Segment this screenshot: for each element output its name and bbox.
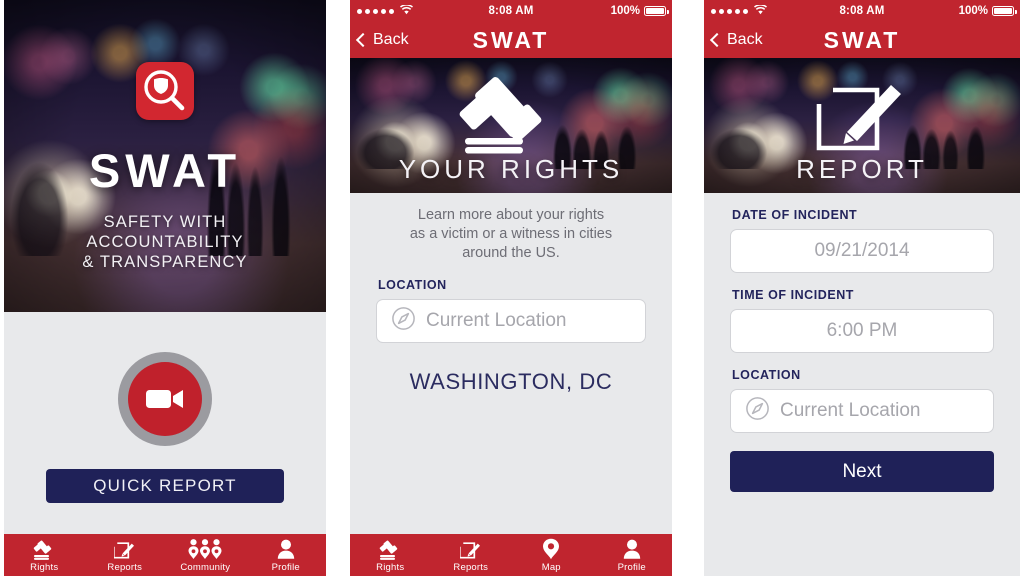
- battery-full-icon: [992, 6, 1017, 16]
- splash-action-area: QUICK REPORT: [4, 312, 326, 522]
- report-form: DATE OF INCIDENT 09/21/2014 TIME OF INCI…: [704, 208, 1020, 492]
- date-of-incident-label: DATE OF INCIDENT: [732, 208, 858, 222]
- battery-percent: 100%: [610, 5, 640, 17]
- tab-label-reports: Reports: [107, 562, 143, 573]
- location-input[interactable]: Current Location: [376, 299, 646, 343]
- compass-icon: [745, 396, 770, 426]
- tab-profile[interactable]: Profile: [246, 537, 327, 576]
- record-button-inner: [128, 362, 202, 436]
- location-label: LOCATION: [732, 368, 801, 382]
- phone-screen-report: 8:08 AM 100% Back SWAT REPORT DATE OF IN…: [704, 0, 1020, 576]
- rights-hero-label: YOUR RIGHTS: [398, 154, 624, 184]
- selected-city: WASHINGTON, DC: [409, 369, 613, 394]
- tab-profile[interactable]: Profile: [592, 537, 673, 576]
- pencil-square-icon: [815, 72, 909, 163]
- tab-label-reports: Reports: [453, 562, 489, 573]
- tab-label-rights: Rights: [30, 562, 59, 573]
- tab-rights[interactable]: Rights: [350, 537, 431, 576]
- status-battery-area: 100%: [958, 5, 1017, 17]
- tab-label-map: Map: [541, 562, 561, 573]
- location-label: LOCATION: [378, 278, 447, 292]
- tab-rights[interactable]: Rights: [4, 537, 85, 576]
- splash-hero-photo: SWAT SAFETY WITH ACCOUNTABILITY & TRANSP…: [4, 0, 326, 312]
- tab-label-rights: Rights: [376, 562, 405, 573]
- screenshot-stage: SWAT SAFETY WITH ACCOUNTABILITY & TRANSP…: [0, 0, 1024, 576]
- rights-blurb: Learn more about your rights as a victim…: [376, 193, 646, 263]
- status-battery-area: 100%: [610, 5, 669, 17]
- gavel-icon: [33, 537, 55, 560]
- three-people-pins-icon: [188, 537, 222, 560]
- report-hero-label: REPORT: [796, 154, 928, 184]
- tab-community[interactable]: Community: [165, 537, 246, 576]
- tab-reports[interactable]: Reports: [85, 537, 166, 576]
- gavel-icon: [379, 537, 401, 560]
- tab-bar-rights: Rights Reports Map Profile: [350, 534, 672, 576]
- status-bar-report: 8:08 AM 100%: [704, 0, 1020, 22]
- gavel-icon: [459, 72, 563, 163]
- location-placeholder: Current Location: [780, 400, 921, 421]
- time-of-incident-input[interactable]: 6:00 PM: [730, 309, 994, 353]
- tab-label-community: Community: [180, 562, 231, 573]
- date-of-incident-input[interactable]: 09/21/2014: [730, 229, 994, 273]
- map-pin-icon: [542, 537, 560, 560]
- tagline-line-1: SAFETY WITH: [103, 213, 227, 231]
- pencil-square-icon: [460, 537, 481, 560]
- quick-report-button[interactable]: QUICK REPORT: [46, 469, 284, 503]
- tagline-line-2: ACCOUNTABILITY: [86, 233, 244, 251]
- rights-hero-banner: YOUR RIGHTS: [350, 58, 672, 193]
- blurb-line-3: around the US.: [462, 245, 560, 261]
- person-icon: [276, 537, 296, 560]
- location-placeholder: Current Location: [426, 310, 567, 331]
- tagline-line-3: & TRANSPARENCY: [82, 253, 248, 271]
- date-placeholder: 09/21/2014: [814, 240, 910, 261]
- time-placeholder: 6:00 PM: [826, 320, 898, 341]
- nav-title: SWAT: [823, 26, 901, 53]
- phone-screen-rights: 8:08 AM 100% Back SWAT YOUR RIGHTS Learn…: [350, 0, 672, 576]
- blurb-line-1: Learn more about your rights: [417, 207, 605, 223]
- nav-bar-report: Back SWAT: [704, 22, 1020, 58]
- nav-title: SWAT: [472, 26, 550, 53]
- tab-bar-splash: Rights Reports Community Profile: [4, 534, 326, 576]
- video-camera-icon: [146, 390, 183, 408]
- person-icon: [622, 537, 642, 560]
- tab-map[interactable]: Map: [511, 537, 592, 576]
- tab-label-profile: Profile: [271, 562, 300, 573]
- splash-tagline: SAFETY WITH ACCOUNTABILITY & TRANSPARENC…: [4, 212, 326, 272]
- next-button[interactable]: Next: [730, 451, 994, 492]
- battery-full-icon: [644, 6, 669, 16]
- pencil-square-icon: [114, 537, 135, 560]
- tab-reports[interactable]: Reports: [431, 537, 512, 576]
- quick-report-record-button[interactable]: [118, 352, 212, 446]
- compass-icon: [391, 306, 416, 336]
- nav-bar-rights: Back SWAT: [350, 22, 672, 58]
- splash-app-title: SWAT: [88, 144, 242, 197]
- battery-percent: 100%: [958, 5, 988, 17]
- status-bar-rights: 8:08 AM 100%: [350, 0, 672, 22]
- location-input[interactable]: Current Location: [730, 389, 994, 433]
- swat-badge-magnifier-icon: [136, 62, 194, 120]
- time-of-incident-label: TIME OF INCIDENT: [732, 288, 854, 302]
- blurb-line-2: as a victim or a witness in cities: [409, 226, 613, 242]
- tab-label-profile: Profile: [617, 562, 646, 573]
- report-hero-banner: REPORT: [704, 58, 1020, 193]
- rights-body: Learn more about your rights as a victim…: [350, 193, 672, 395]
- phone-screen-splash: SWAT SAFETY WITH ACCOUNTABILITY & TRANSP…: [4, 0, 326, 576]
